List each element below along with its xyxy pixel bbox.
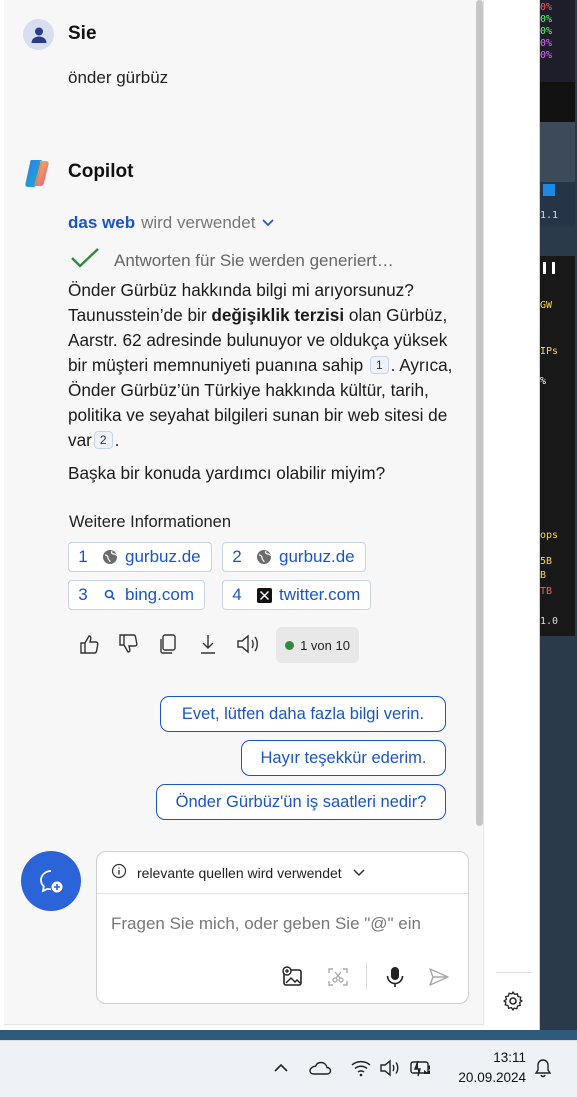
send-icon[interactable] xyxy=(426,964,452,990)
source-number: 1 xyxy=(78,547,88,566)
source-link[interactable]: 3 bing.com xyxy=(68,580,205,610)
wifi-icon[interactable] xyxy=(349,1056,373,1080)
source-number: 3 xyxy=(78,585,88,604)
source-link[interactable]: 4 twitter.com xyxy=(222,580,372,610)
meter-label: % xyxy=(540,376,547,387)
volume-icon[interactable] xyxy=(378,1056,402,1080)
citation-badge[interactable]: 1 xyxy=(369,356,389,374)
checkmark-icon xyxy=(70,247,100,274)
web-search-label-strong: das web xyxy=(68,213,136,232)
notification-bell-icon[interactable] xyxy=(531,1056,555,1080)
new-topic-button[interactable] xyxy=(21,851,81,911)
meter-value: 0% xyxy=(540,2,553,13)
chevron-down-icon xyxy=(261,213,275,233)
source-link[interactable]: 2 gurbuz.de xyxy=(222,542,366,572)
user-avatar-icon xyxy=(23,19,54,50)
source-number: 2 xyxy=(232,547,242,566)
user-message: önder gürbüz xyxy=(68,68,169,87)
sources-mode-label: relevante quellen wird verwendet xyxy=(137,864,342,881)
meter-label: IPs xyxy=(540,346,559,357)
screenshot-icon[interactable] xyxy=(325,964,351,990)
copy-icon[interactable] xyxy=(155,631,181,657)
battery-icon[interactable] xyxy=(409,1056,433,1080)
web-search-label: wird verwendet xyxy=(141,213,256,232)
meter-value: 0% xyxy=(540,38,553,49)
user-sender-name: Sie xyxy=(68,23,97,44)
monitor-widget: 0% 0% 0% 0% 0% xyxy=(537,0,575,82)
meter-value: 0% xyxy=(540,14,553,25)
suggestion-chip[interactable]: Evet, lütfen daha fazla bilgi verin. xyxy=(160,696,446,732)
source-label: gurbuz.de xyxy=(279,547,355,566)
meter-label: B xyxy=(540,570,547,581)
speaker-icon[interactable] xyxy=(234,631,264,657)
clock-date: 20.09.2024 xyxy=(458,1070,526,1085)
toolbar-divider xyxy=(366,962,367,990)
meter-value: 0% xyxy=(540,26,553,37)
page-indicator-text: 1 von 10 xyxy=(300,637,350,653)
meter-label: 1.1 xyxy=(540,210,559,221)
suggestion-chip[interactable]: Önder Gürbüz'ün iş saatleri nedir? xyxy=(156,784,446,820)
meter-label: TB xyxy=(540,586,553,597)
answer-text: Önder Gürbüz hakkında bilgi mi arıyorsun… xyxy=(68,278,458,453)
meter-label: 5B xyxy=(540,556,553,567)
settings-gear-icon[interactable] xyxy=(500,988,526,1014)
desktop-gap xyxy=(537,122,575,182)
copilot-panel: Sie önder gürbüz Copilot das web wird ve… xyxy=(0,0,540,1030)
background-windows-strip: 0% 0% 0% 0% 0% 1.1 GW IPs % ops 5B B TB … xyxy=(535,0,577,1040)
web-search-toggle[interactable]: das web wird verwendet xyxy=(68,213,275,233)
meter-label: 1.0 xyxy=(540,616,559,627)
pause-icon xyxy=(543,262,555,274)
settings-divider xyxy=(496,972,532,973)
meter-label: ops xyxy=(540,530,559,541)
download-icon[interactable] xyxy=(195,631,221,657)
new-chat-icon xyxy=(40,870,63,893)
source-number: 4 xyxy=(232,585,242,604)
source-label: gurbuz.de xyxy=(125,547,201,566)
response-page-indicator: 1 von 10 xyxy=(276,627,359,663)
x-logo-icon xyxy=(255,586,273,604)
source-label: bing.com xyxy=(125,585,194,604)
source-label: twitter.com xyxy=(279,585,361,604)
thumbs-down-icon[interactable] xyxy=(115,631,141,657)
add-image-icon[interactable] xyxy=(280,964,306,990)
copilot-sender-name: Copilot xyxy=(68,161,134,182)
thumbs-up-icon[interactable] xyxy=(76,631,102,657)
followup-question: Başka bir konuda yardımcı olabilir miyim… xyxy=(68,463,386,483)
generation-status: Antworten für Sie werden generiert… xyxy=(70,247,394,274)
scrollbar[interactable] xyxy=(476,0,483,826)
citation-badge[interactable]: 2 xyxy=(93,431,113,449)
taskbar-clock[interactable]: 13:11 20.09.2024 xyxy=(446,1048,526,1088)
desktop-background xyxy=(0,1030,577,1040)
graph-widget xyxy=(537,82,575,122)
chevron-up-icon[interactable] xyxy=(269,1056,293,1080)
microphone-icon[interactable] xyxy=(382,964,408,990)
search-icon xyxy=(101,586,119,604)
meter-value: 0% xyxy=(540,50,553,61)
globe-icon xyxy=(255,548,273,566)
task-widget: 1.1 xyxy=(537,182,575,226)
app-icon xyxy=(543,184,555,196)
source-link[interactable]: 1 gurbuz.de xyxy=(68,542,212,572)
clock-time: 13:11 xyxy=(493,1050,526,1065)
chevron-down-icon xyxy=(352,865,366,881)
answer-part: . xyxy=(114,430,120,450)
generation-status-text: Antworten für Sie werden generiert… xyxy=(114,250,394,270)
globe-icon xyxy=(101,548,119,566)
answer-bold-term: değişiklik terzisi xyxy=(211,305,345,325)
status-dot-icon xyxy=(285,640,295,650)
suggestion-chip[interactable]: Hayır teşekkür ederim. xyxy=(241,740,446,776)
prompt-input[interactable] xyxy=(111,914,451,934)
more-info-label: Weitere Informationen xyxy=(69,513,232,531)
sources-mode-dropdown[interactable]: relevante quellen wird verwendet xyxy=(97,852,468,894)
monitor-widget-2: GW IPs % ops 5B B TB 1.0 xyxy=(537,256,575,636)
onedrive-cloud-icon[interactable] xyxy=(308,1056,332,1080)
copilot-logo-icon xyxy=(22,157,54,189)
meter-label: GW xyxy=(540,300,553,311)
info-icon xyxy=(111,863,127,882)
